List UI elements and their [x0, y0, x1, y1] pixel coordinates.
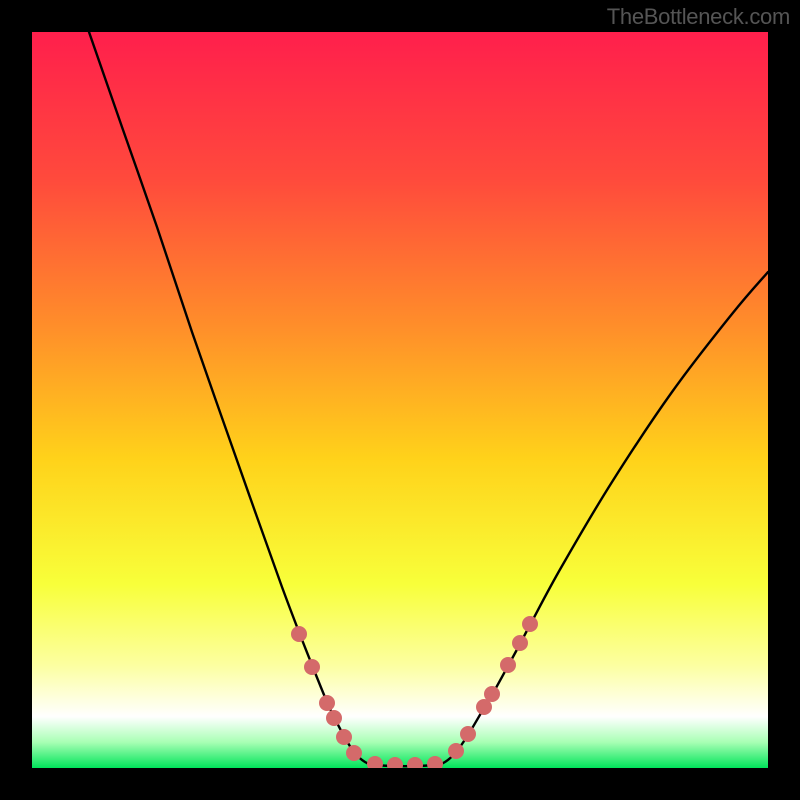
bead-marker — [319, 695, 335, 711]
plot-area — [32, 32, 768, 768]
bead-marker — [407, 757, 423, 768]
bead-markers — [291, 616, 538, 768]
bead-marker — [500, 657, 516, 673]
bead-marker — [522, 616, 538, 632]
bead-marker — [367, 756, 383, 768]
bead-marker — [304, 659, 320, 675]
bead-marker — [326, 710, 342, 726]
bead-marker — [291, 626, 307, 642]
bead-marker — [512, 635, 528, 651]
bottleneck-curve — [89, 32, 768, 766]
bead-marker — [484, 686, 500, 702]
curve-path — [89, 32, 768, 766]
bead-marker — [460, 726, 476, 742]
curve-layer — [32, 32, 768, 768]
chart-frame: TheBottleneck.com — [0, 0, 800, 800]
bead-marker — [448, 743, 464, 759]
bead-marker — [387, 757, 403, 768]
watermark-text: TheBottleneck.com — [607, 4, 790, 30]
bead-marker — [346, 745, 362, 761]
bead-marker — [427, 756, 443, 768]
bead-marker — [336, 729, 352, 745]
